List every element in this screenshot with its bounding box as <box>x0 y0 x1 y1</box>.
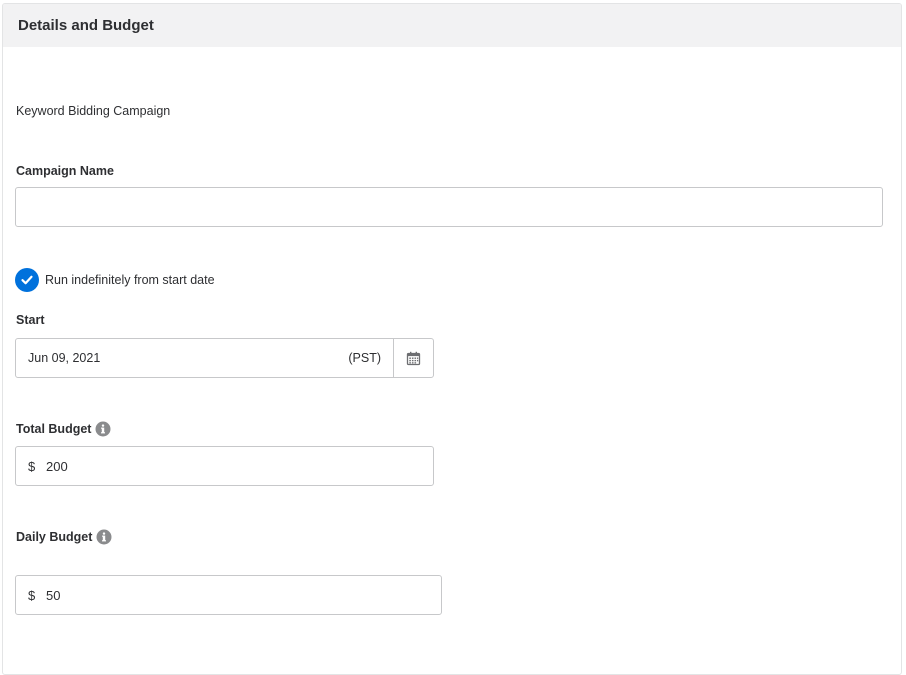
start-date-picker[interactable]: Jun 09, 2021 (PST) <box>15 338 434 378</box>
run-indefinitely-checkbox[interactable]: Run indefinitely from start date <box>15 268 215 292</box>
start-label: Start <box>16 313 44 327</box>
campaign-name-input[interactable] <box>15 187 883 227</box>
campaign-name-label-text: Campaign Name <box>16 164 114 178</box>
currency-symbol: $ <box>28 587 36 603</box>
start-label-text: Start <box>16 313 45 327</box>
info-icon[interactable] <box>96 529 112 545</box>
daily-budget-value[interactable]: 50 <box>46 588 60 603</box>
total-budget-value[interactable]: 200 <box>46 459 68 474</box>
info-icon[interactable] <box>95 421 111 437</box>
check-icon[interactable] <box>15 268 39 292</box>
daily-budget-input[interactable]: $ 50 <box>15 575 442 615</box>
panel-title: Details and Budget <box>18 17 154 34</box>
calendar-button[interactable] <box>393 339 433 377</box>
total-budget-input[interactable]: $ 200 <box>15 446 434 486</box>
daily-budget-label: Daily Budget <box>16 529 112 545</box>
daily-budget-label-text: Daily Budget <box>16 530 93 544</box>
panel-header: Details and Budget <box>3 4 901 47</box>
currency-symbol: $ <box>28 458 36 474</box>
calendar-icon[interactable] <box>406 351 421 366</box>
run-indefinitely-label[interactable]: Run indefinitely from start date <box>45 273 215 287</box>
campaign-type-text: Keyword Bidding Campaign <box>16 104 171 118</box>
timezone-label: (PST) <box>348 351 381 365</box>
campaign-name-label: Campaign Name <box>16 164 114 178</box>
total-budget-label: Total Budget <box>16 421 111 437</box>
start-date-value[interactable]: Jun 09, 2021 <box>16 351 348 365</box>
total-budget-label-text: Total Budget <box>16 422 92 436</box>
